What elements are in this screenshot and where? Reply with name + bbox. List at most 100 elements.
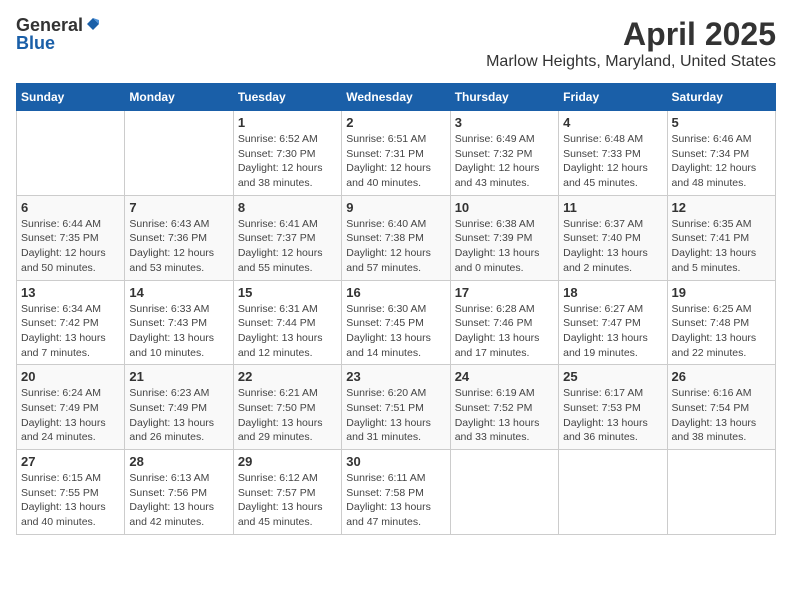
table-row: 10 Sunrise: 6:38 AM Sunset: 7:39 PM Dayli… [450, 195, 558, 280]
day-number: 19 [672, 285, 771, 300]
table-row: 24 Sunrise: 6:19 AM Sunset: 7:52 PM Dayli… [450, 365, 558, 450]
day-info: Sunrise: 6:43 AM Sunset: 7:36 PM Dayligh… [129, 217, 228, 276]
day-info: Sunrise: 6:21 AM Sunset: 7:50 PM Dayligh… [238, 386, 337, 445]
calendar-week-row: 27Sunrise: 6:15 AM Sunset: 7:55 PM Dayli… [17, 450, 776, 535]
table-row: 2Sunrise: 6:51 AM Sunset: 7:31 PM Daylig… [342, 111, 450, 196]
day-number: 23 [346, 369, 445, 384]
table-row: 16 Sunrise: 6:30 AM Sunset: 7:45 PM Dayli… [342, 280, 450, 365]
day-info: Sunrise: 6:19 AM Sunset: 7:52 PM Dayligh… [455, 386, 554, 445]
day-number: 20 [21, 369, 120, 384]
table-row: 11Sunrise: 6:37 AM Sunset: 7:40 PM Dayli… [559, 195, 667, 280]
day-info: Sunrise: 6:34 AM Sunset: 7:42 PM Dayligh… [21, 302, 120, 361]
day-number: 4 [563, 115, 662, 130]
day-info: Sunrise: 6:49 AM Sunset: 7:32 PM Dayligh… [455, 132, 554, 191]
table-row: 23 Sunrise: 6:20 AM Sunset: 7:51 PM Dayli… [342, 365, 450, 450]
col-tuesday: Tuesday [233, 84, 341, 111]
table-row: 12 Sunrise: 6:35 AM Sunset: 7:41 PM Dayli… [667, 195, 775, 280]
table-row: 26 Sunrise: 6:16 AM Sunset: 7:54 PM Dayli… [667, 365, 775, 450]
day-number: 3 [455, 115, 554, 130]
col-sunday: Sunday [17, 84, 125, 111]
day-info: Sunrise: 6:35 AM Sunset: 7:41 PM Dayligh… [672, 217, 771, 276]
table-row [450, 450, 558, 535]
table-row: 8 Sunrise: 6:41 AM Sunset: 7:37 PM Daylig… [233, 195, 341, 280]
table-row: 9 Sunrise: 6:40 AM Sunset: 7:38 PM Daylig… [342, 195, 450, 280]
table-row: 30Sunrise: 6:11 AM Sunset: 7:58 PM Dayli… [342, 450, 450, 535]
table-row: 1Sunrise: 6:52 AM Sunset: 7:30 PM Daylig… [233, 111, 341, 196]
col-saturday: Saturday [667, 84, 775, 111]
day-info: Sunrise: 6:41 AM Sunset: 7:37 PM Dayligh… [238, 217, 337, 276]
table-row: 29 Sunrise: 6:12 AM Sunset: 7:57 PM Dayli… [233, 450, 341, 535]
day-number: 22 [238, 369, 337, 384]
logo-icon [85, 16, 101, 32]
table-row: 20 Sunrise: 6:24 AM Sunset: 7:49 PM Dayli… [17, 365, 125, 450]
calendar-subtitle: Marlow Heights, Maryland, United States [486, 53, 776, 71]
table-row: 19Sunrise: 6:25 AM Sunset: 7:48 PM Dayli… [667, 280, 775, 365]
table-row: 5 Sunrise: 6:46 AM Sunset: 7:34 PM Daylig… [667, 111, 775, 196]
day-info: Sunrise: 6:17 AM Sunset: 7:53 PM Dayligh… [563, 386, 662, 445]
table-row: 4 Sunrise: 6:48 AM Sunset: 7:33 PM Daylig… [559, 111, 667, 196]
day-info: Sunrise: 6:51 AM Sunset: 7:31 PM Dayligh… [346, 132, 445, 191]
day-info: Sunrise: 6:13 AM Sunset: 7:56 PM Dayligh… [129, 471, 228, 530]
table-row: 17 Sunrise: 6:28 AM Sunset: 7:46 PM Dayli… [450, 280, 558, 365]
day-info: Sunrise: 6:23 AM Sunset: 7:49 PM Dayligh… [129, 386, 228, 445]
table-row: 6 Sunrise: 6:44 AM Sunset: 7:35 PM Daylig… [17, 195, 125, 280]
day-number: 12 [672, 200, 771, 215]
col-monday: Monday [125, 84, 233, 111]
day-number: 8 [238, 200, 337, 215]
table-row [559, 450, 667, 535]
table-row: 13 Sunrise: 6:34 AM Sunset: 7:42 PM Dayli… [17, 280, 125, 365]
day-number: 21 [129, 369, 228, 384]
table-row: 21 Sunrise: 6:23 AM Sunset: 7:49 PM Dayli… [125, 365, 233, 450]
day-number: 17 [455, 285, 554, 300]
day-info: Sunrise: 6:40 AM Sunset: 7:38 PM Dayligh… [346, 217, 445, 276]
calendar-week-row: 20 Sunrise: 6:24 AM Sunset: 7:49 PM Dayli… [17, 365, 776, 450]
day-info: Sunrise: 6:12 AM Sunset: 7:57 PM Dayligh… [238, 471, 337, 530]
day-info: Sunrise: 6:33 AM Sunset: 7:43 PM Dayligh… [129, 302, 228, 361]
day-number: 7 [129, 200, 228, 215]
day-info: Sunrise: 6:24 AM Sunset: 7:49 PM Dayligh… [21, 386, 120, 445]
day-info: Sunrise: 6:44 AM Sunset: 7:35 PM Dayligh… [21, 217, 120, 276]
day-number: 11 [563, 200, 662, 215]
day-number: 5 [672, 115, 771, 130]
table-row [17, 111, 125, 196]
day-number: 14 [129, 285, 228, 300]
title-block: April 2025 Marlow Heights, Maryland, Uni… [486, 16, 776, 71]
logo-general: General [16, 16, 83, 34]
day-number: 10 [455, 200, 554, 215]
day-info: Sunrise: 6:15 AM Sunset: 7:55 PM Dayligh… [21, 471, 120, 530]
day-number: 26 [672, 369, 771, 384]
table-row: 28Sunrise: 6:13 AM Sunset: 7:56 PM Dayli… [125, 450, 233, 535]
table-row: 15 Sunrise: 6:31 AM Sunset: 7:44 PM Dayli… [233, 280, 341, 365]
col-wednesday: Wednesday [342, 84, 450, 111]
day-info: Sunrise: 6:16 AM Sunset: 7:54 PM Dayligh… [672, 386, 771, 445]
table-row [125, 111, 233, 196]
day-number: 24 [455, 369, 554, 384]
day-info: Sunrise: 6:48 AM Sunset: 7:33 PM Dayligh… [563, 132, 662, 191]
calendar-week-row: 1Sunrise: 6:52 AM Sunset: 7:30 PM Daylig… [17, 111, 776, 196]
day-number: 29 [238, 454, 337, 469]
day-info: Sunrise: 6:38 AM Sunset: 7:39 PM Dayligh… [455, 217, 554, 276]
calendar-header-row: Sunday Monday Tuesday Wednesday Thursday… [17, 84, 776, 111]
day-info: Sunrise: 6:46 AM Sunset: 7:34 PM Dayligh… [672, 132, 771, 191]
day-number: 6 [21, 200, 120, 215]
table-row: 25Sunrise: 6:17 AM Sunset: 7:53 PM Dayli… [559, 365, 667, 450]
day-number: 1 [238, 115, 337, 130]
day-number: 9 [346, 200, 445, 215]
calendar-week-row: 6 Sunrise: 6:44 AM Sunset: 7:35 PM Daylig… [17, 195, 776, 280]
day-info: Sunrise: 6:27 AM Sunset: 7:47 PM Dayligh… [563, 302, 662, 361]
day-info: Sunrise: 6:20 AM Sunset: 7:51 PM Dayligh… [346, 386, 445, 445]
day-info: Sunrise: 6:31 AM Sunset: 7:44 PM Dayligh… [238, 302, 337, 361]
table-row [667, 450, 775, 535]
table-row: 3 Sunrise: 6:49 AM Sunset: 7:32 PM Daylig… [450, 111, 558, 196]
calendar-table: Sunday Monday Tuesday Wednesday Thursday… [16, 83, 776, 535]
col-thursday: Thursday [450, 84, 558, 111]
day-info: Sunrise: 6:30 AM Sunset: 7:45 PM Dayligh… [346, 302, 445, 361]
day-number: 13 [21, 285, 120, 300]
day-number: 15 [238, 285, 337, 300]
page-header: General Blue April 2025 Marlow Heights, … [16, 16, 776, 71]
day-number: 16 [346, 285, 445, 300]
table-row: 18Sunrise: 6:27 AM Sunset: 7:47 PM Dayli… [559, 280, 667, 365]
calendar-title: April 2025 [486, 16, 776, 53]
day-info: Sunrise: 6:28 AM Sunset: 7:46 PM Dayligh… [455, 302, 554, 361]
day-number: 30 [346, 454, 445, 469]
